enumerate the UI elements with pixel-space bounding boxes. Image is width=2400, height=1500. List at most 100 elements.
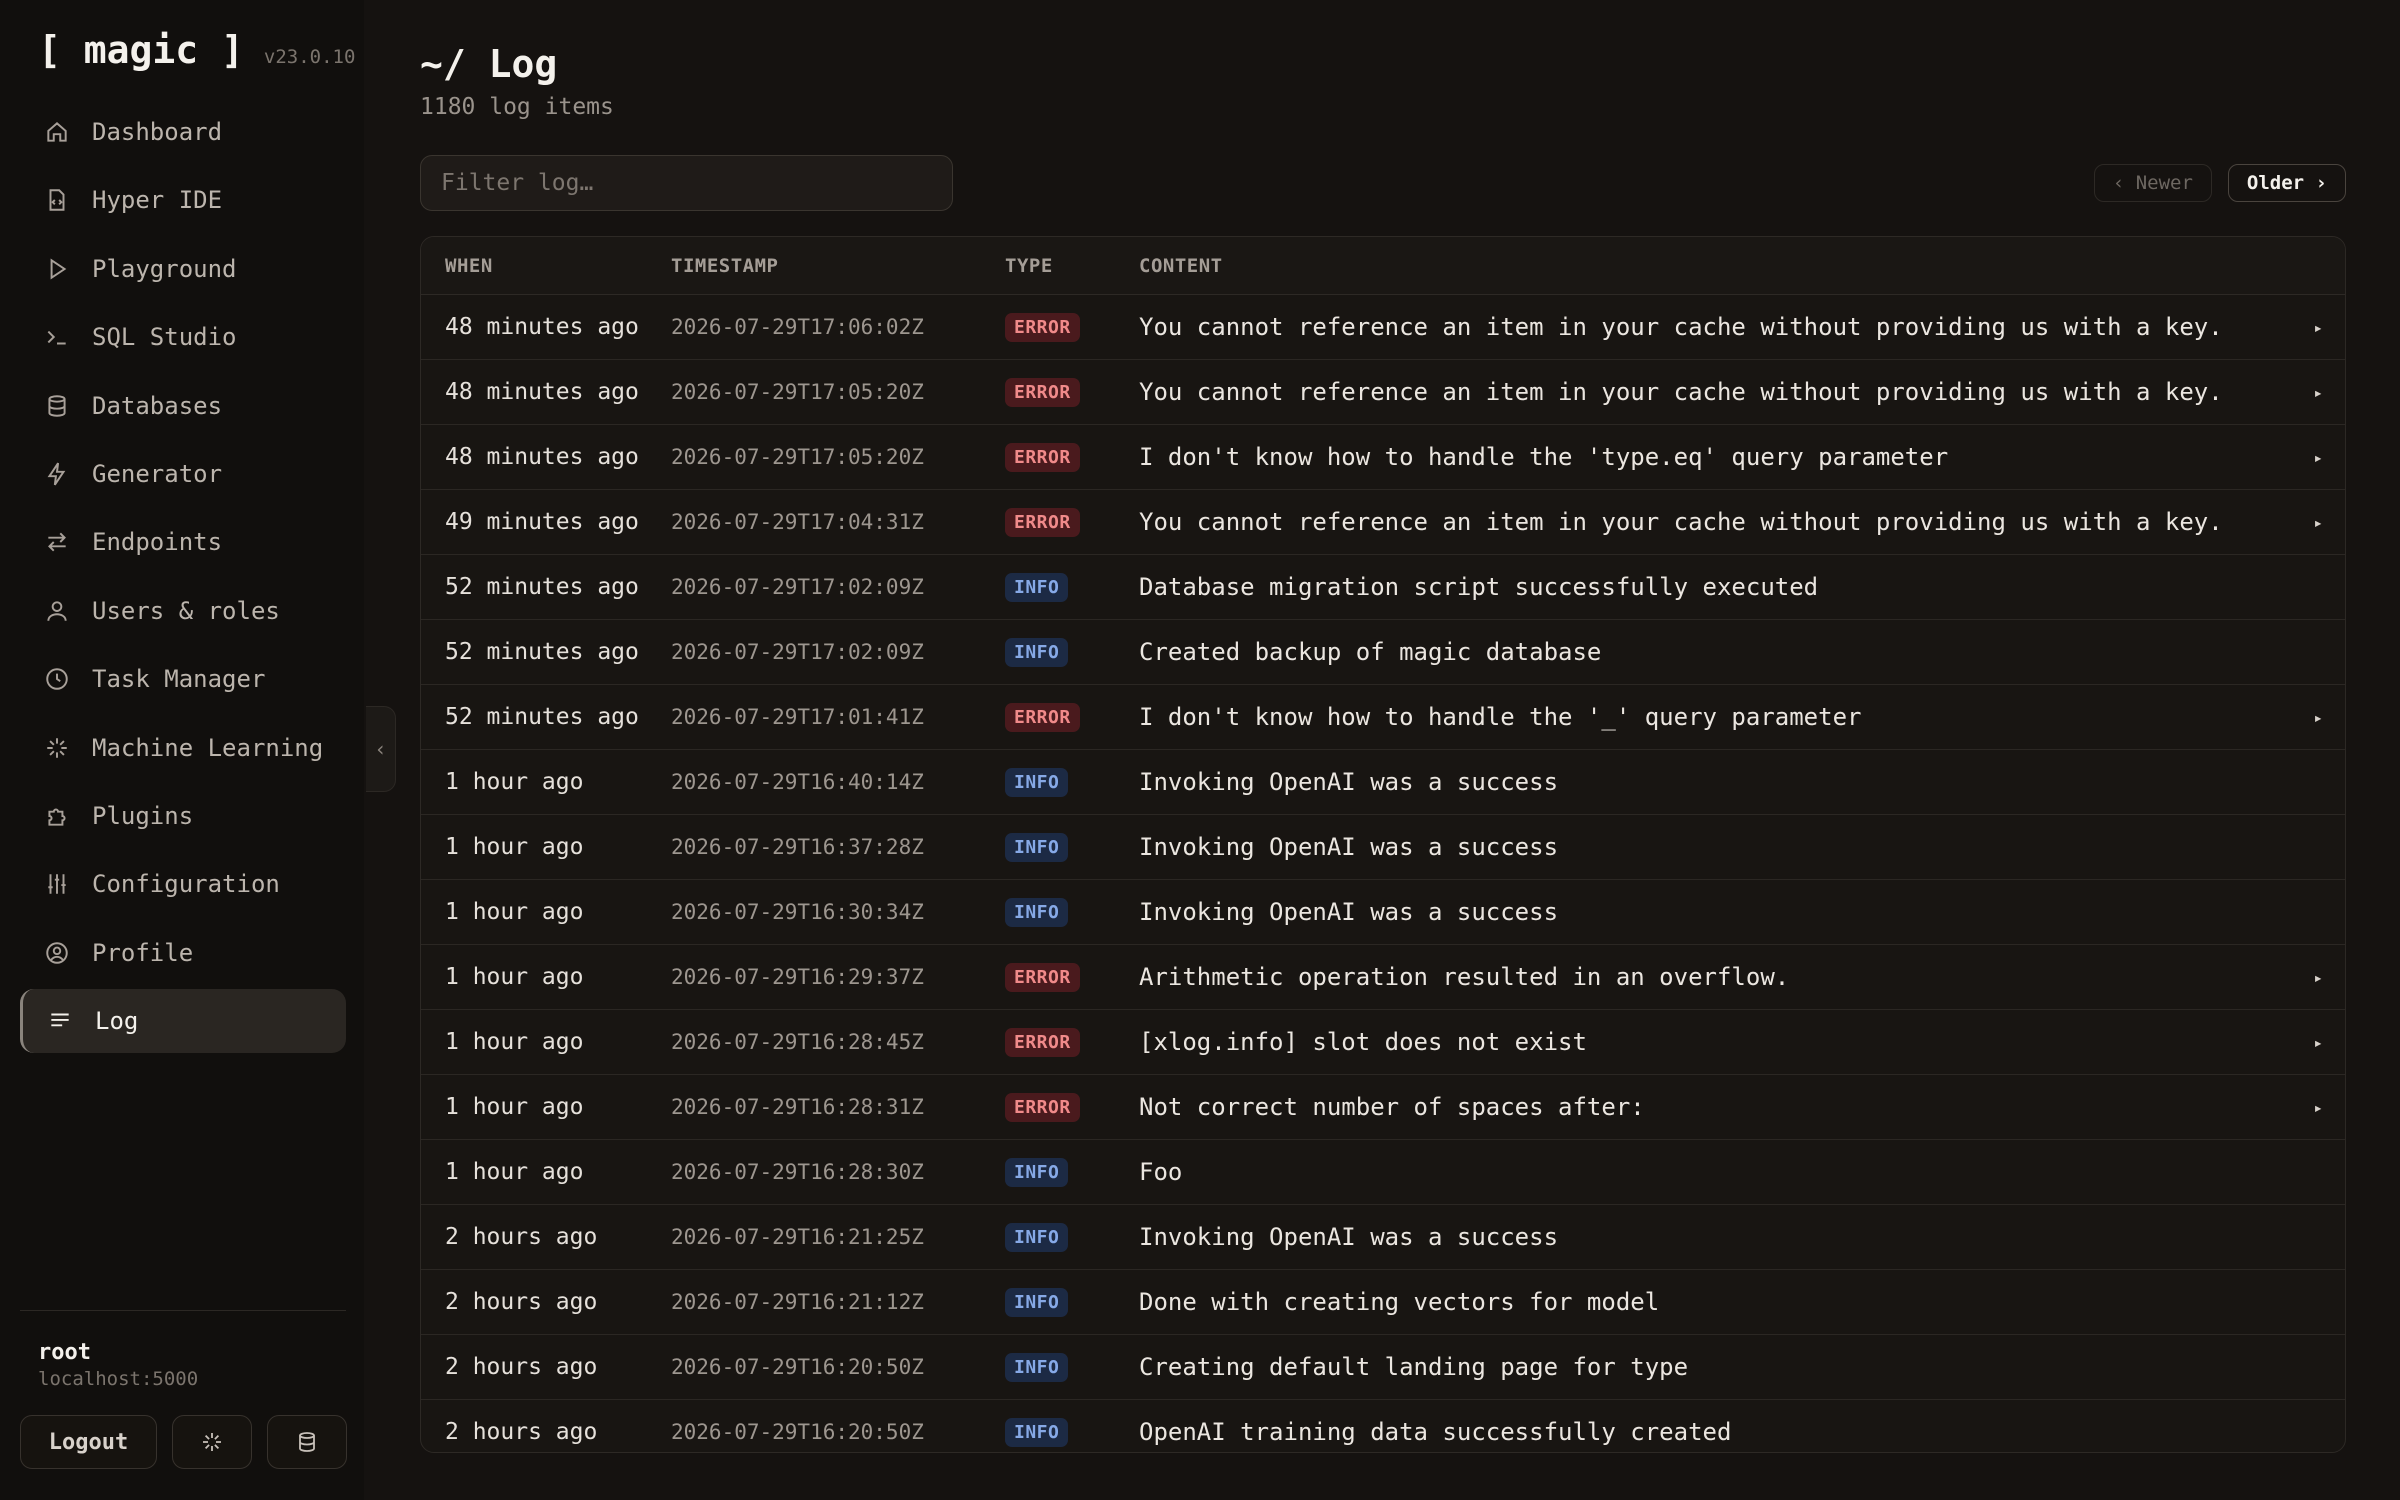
row-content: You cannot reference an item in your cac… <box>1139 508 2223 536</box>
sidebar-item-label: Databases <box>92 391 223 420</box>
sidebar-item-users-roles[interactable]: Users & roles <box>20 579 346 643</box>
row-when: 1 hour ago <box>445 834 584 860</box>
sidebar-item-plugins[interactable]: Plugins <box>20 784 346 848</box>
row-type-cell: INFO <box>1005 1417 1139 1447</box>
row-type-cell: INFO <box>1005 637 1139 667</box>
expand-caret-icon[interactable]: ▸ <box>2313 318 2323 337</box>
column-header-when: WHEN <box>445 254 493 277</box>
pagination: ‹ Newer Older › <box>2093 164 2346 202</box>
home-icon <box>42 117 72 147</box>
row-when: 52 minutes ago <box>445 639 639 665</box>
type-badge: ERROR <box>1005 312 1080 342</box>
table-row: 1 hour ago 2026-07-29T16:40:14Z INFO Invoki… <box>421 750 2345 815</box>
filter-log-input[interactable] <box>420 155 953 211</box>
table-row[interactable]: 48 minutes ago 2026-07-29T17:06:02Z ERROR Y… <box>421 295 2345 360</box>
row-timestamp: 2026-07-29T17:04:31Z <box>671 510 924 534</box>
sidebar-item-dashboard[interactable]: Dashboard <box>20 100 346 164</box>
row-timestamp: 2026-07-29T17:01:41Z <box>671 705 924 729</box>
sidebar-item-label: Dashboard <box>92 118 223 146</box>
row-timestamp: 2026-07-29T16:21:25Z <box>671 1225 924 1249</box>
expand-caret-icon[interactable]: ▸ <box>2313 708 2323 727</box>
row-timestamp: 2026-07-29T16:30:34Z <box>671 900 924 924</box>
expand-caret-icon[interactable]: ▸ <box>2313 1033 2323 1052</box>
sparkle-icon <box>203 1433 221 1451</box>
expand-caret-icon[interactable]: ▸ <box>2313 1098 2323 1117</box>
row-when: 2 hours ago <box>445 1289 598 1315</box>
row-type-cell: ERROR <box>1005 442 1139 472</box>
sidebar-item-log[interactable]: Log <box>20 989 346 1054</box>
row-timestamp: 2026-07-29T16:20:50Z <box>671 1420 924 1444</box>
type-badge: INFO <box>1005 1287 1069 1317</box>
newer-button[interactable]: ‹ Newer <box>2093 164 2212 202</box>
type-badge: INFO <box>1005 767 1069 797</box>
type-badge: ERROR <box>1005 1027 1080 1057</box>
table-row[interactable]: 48 minutes ago 2026-07-29T17:05:20Z ERROR Y… <box>421 360 2345 425</box>
type-badge: INFO <box>1005 1222 1069 1252</box>
row-content: Invoking OpenAI was a success <box>1139 768 1559 796</box>
row-when: 1 hour ago <box>445 964 584 990</box>
table-row[interactable]: 1 hour ago 2026-07-29T16:28:31Z ERROR Not c… <box>421 1075 2345 1140</box>
row-type-cell: ERROR <box>1005 377 1139 407</box>
table-row[interactable]: 52 minutes ago 2026-07-29T17:01:41Z ERROR I… <box>421 685 2345 750</box>
collapse-sidebar-button[interactable]: ‹ <box>366 706 396 792</box>
table-row[interactable]: 1 hour ago 2026-07-29T16:29:37Z ERROR Arith… <box>421 945 2345 1010</box>
log-count: 1180 log items <box>420 94 614 120</box>
expand-caret-icon[interactable]: ▸ <box>2313 968 2323 987</box>
sidebar-item-label: Hyper IDE <box>92 186 223 215</box>
sidebar: [ magic ] v23.0.10 Dashboard Hyper IDE Pla… <box>0 0 364 1500</box>
sidebar-item-playground[interactable]: Playground <box>20 237 346 301</box>
row-content: Invoking OpenAI was a success <box>1139 833 1559 861</box>
row-type-cell: ERROR <box>1005 312 1139 342</box>
sidebar-item-endpoints[interactable]: Endpoints <box>20 510 346 574</box>
sidebar-item-hyper-ide[interactable]: Hyper IDE <box>20 168 346 232</box>
table-row[interactable]: 1 hour ago 2026-07-29T16:28:45Z ERROR [xlog… <box>421 1010 2345 1075</box>
row-timestamp: 2026-07-29T16:28:31Z <box>671 1095 924 1119</box>
row-when: 48 minutes ago <box>445 314 639 340</box>
sidebar-item-label: Generator <box>92 459 223 488</box>
sidebar-item-label: Users & roles <box>92 596 280 625</box>
type-badge: ERROR <box>1005 962 1080 992</box>
sidebar-item-task-manager[interactable]: Task Manager <box>20 647 346 711</box>
sidebar-item-label: Playground <box>92 254 237 283</box>
sidebar-item-generator[interactable]: Generator <box>20 442 346 506</box>
type-badge: INFO <box>1005 1352 1069 1382</box>
older-button[interactable]: Older › <box>2227 164 2346 202</box>
logout-button[interactable]: Logout <box>20 1415 157 1469</box>
sidebar-item-sql-studio[interactable]: SQL Studio <box>20 305 346 369</box>
row-when: 2 hours ago <box>445 1419 598 1445</box>
database-icon <box>299 1432 315 1452</box>
row-timestamp: 2026-07-29T17:05:20Z <box>671 445 924 469</box>
table-body: 48 minutes ago 2026-07-29T17:06:02Z ERROR Y… <box>421 295 2345 1452</box>
puzzle-icon <box>42 801 72 831</box>
sidebar-item-label: Configuration <box>92 870 280 899</box>
row-type-cell: INFO <box>1005 1352 1139 1382</box>
row-when: 1 hour ago <box>445 1094 584 1120</box>
database-icon <box>42 391 72 421</box>
row-type-cell: INFO <box>1005 832 1139 862</box>
table-row[interactable]: 49 minutes ago 2026-07-29T17:04:31Z ERROR Y… <box>421 490 2345 555</box>
sidebar-divider <box>20 1310 346 1311</box>
type-badge: INFO <box>1005 1157 1069 1187</box>
sidebar-item-machine-learning[interactable]: Machine Learning <box>20 716 346 780</box>
machine-learning-shortcut-button[interactable] <box>172 1415 252 1469</box>
row-when: 1 hour ago <box>445 899 584 925</box>
type-badge: ERROR <box>1005 377 1080 407</box>
sidebar-item-configuration[interactable]: Configuration <box>20 852 346 916</box>
row-type-cell: INFO <box>1005 767 1139 797</box>
table-row[interactable]: 48 minutes ago 2026-07-29T17:05:20Z ERROR I… <box>421 425 2345 490</box>
expand-caret-icon[interactable]: ▸ <box>2313 448 2323 467</box>
row-content: Creating default landing page for type <box>1139 1353 1689 1381</box>
row-type-cell: INFO <box>1005 1287 1139 1317</box>
row-type-cell: ERROR <box>1005 507 1139 537</box>
sidebar-item-databases[interactable]: Databases <box>20 374 346 438</box>
sidebar-item-label: Plugins <box>92 801 194 830</box>
row-when: 2 hours ago <box>445 1354 598 1380</box>
sidebar-item-profile[interactable]: Profile <box>20 921 346 985</box>
play-icon <box>42 254 72 284</box>
table-row: 2 hours ago 2026-07-29T16:20:50Z INFO Creat… <box>421 1335 2345 1400</box>
sidebar-item-label: Machine Learning <box>92 733 324 762</box>
expand-caret-icon[interactable]: ▸ <box>2313 513 2323 532</box>
database-shortcut-button[interactable] <box>267 1415 347 1469</box>
row-content: [xlog.info] slot does not exist <box>1139 1028 1587 1056</box>
expand-caret-icon[interactable]: ▸ <box>2313 383 2323 402</box>
